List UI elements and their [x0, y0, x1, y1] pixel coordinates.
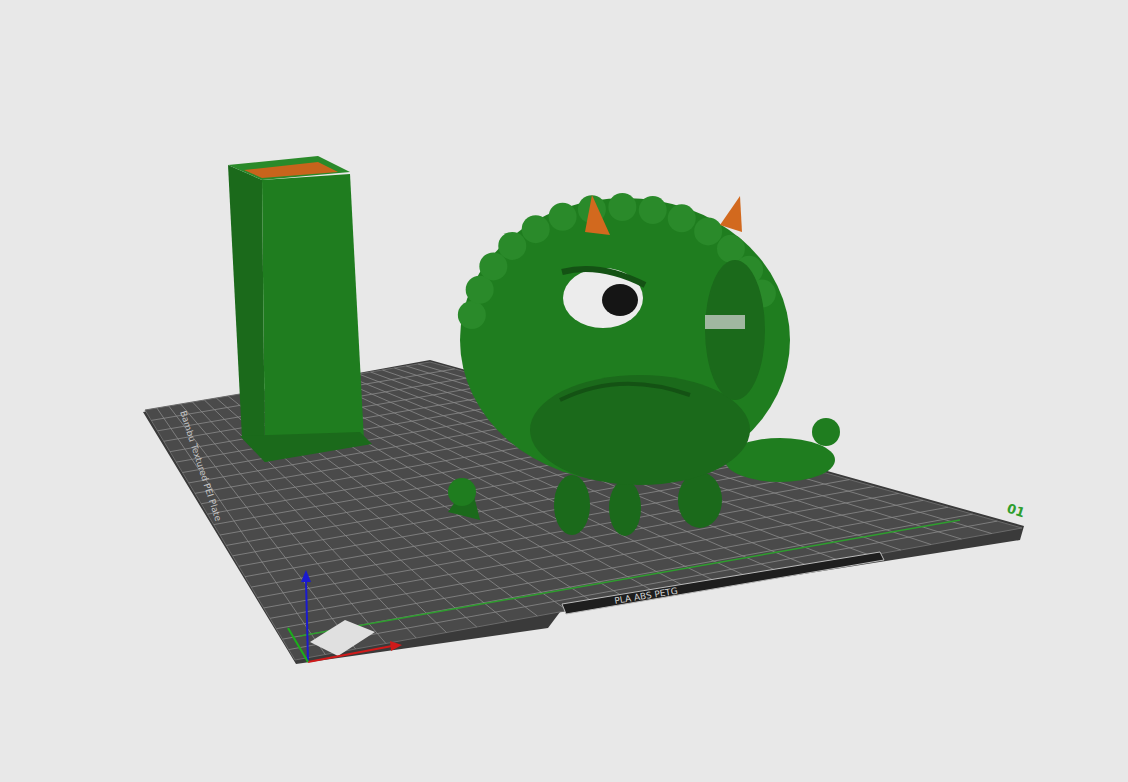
- svg-text:PLA ABS PETG: PLA ABS PETG: [614, 586, 679, 606]
- monster-model[interactable]: [448, 193, 840, 536]
- tower[interactable]: [228, 156, 372, 462]
- plate-name: Bambu Textured PEI Plate: [178, 410, 223, 523]
- axes-icon: [288, 570, 402, 662]
- horn-icon: [585, 195, 610, 235]
- plate-label: PLA ABS PETG: [562, 552, 884, 614]
- 3d-viewport[interactable]: Bambu Textured PEI Plate PLA ABS PETG 01: [0, 0, 1128, 782]
- horn-icon: [720, 196, 742, 232]
- plate-number[interactable]: 01: [1005, 501, 1027, 521]
- scene[interactable]: Bambu Textured PEI Plate PLA ABS PETG 01: [0, 0, 1128, 782]
